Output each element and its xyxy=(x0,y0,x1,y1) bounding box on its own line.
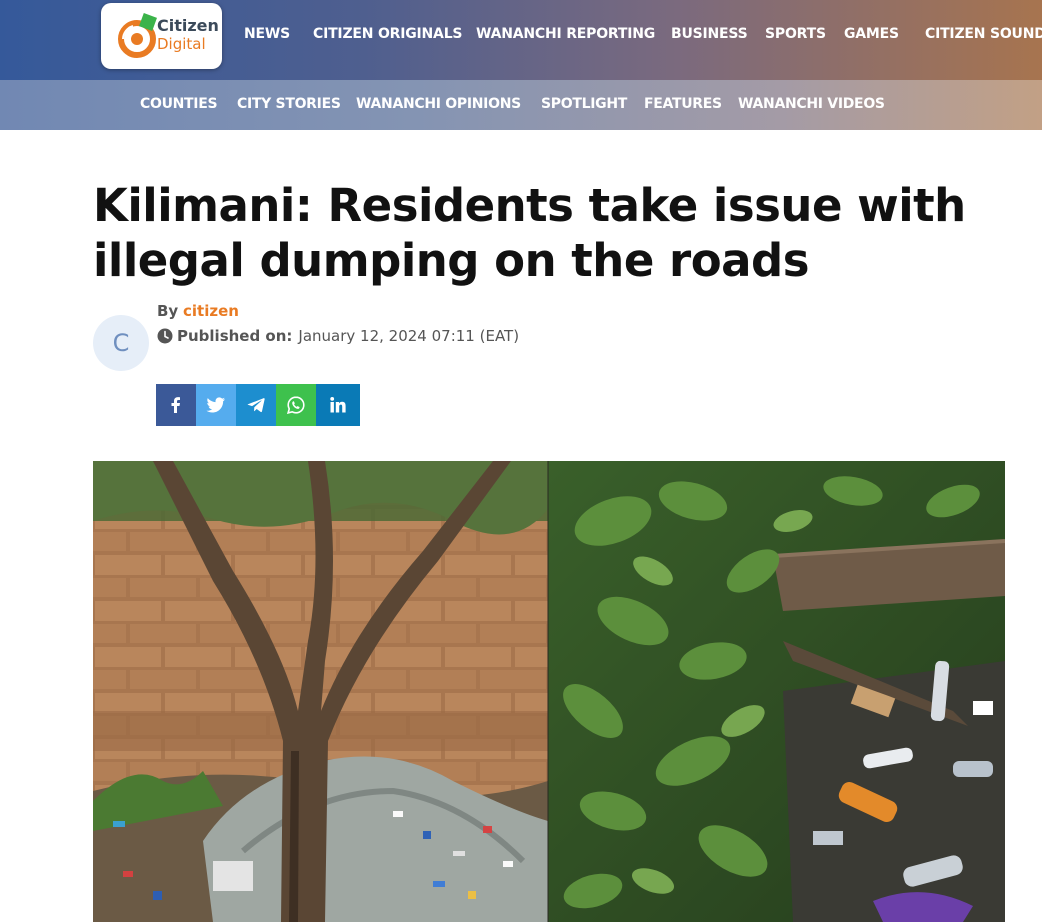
article-featured-image xyxy=(93,461,1005,922)
nav-item-news[interactable]: NEWS xyxy=(244,26,290,42)
share-telegram-button[interactable] xyxy=(236,384,276,426)
linkedin-icon xyxy=(330,397,346,413)
nav-item-business[interactable]: BUSINESS xyxy=(671,26,748,42)
share-bar xyxy=(156,384,360,426)
nav-item-games[interactable]: GAMES xyxy=(844,26,899,42)
clock-icon xyxy=(157,328,173,344)
logo-text-line2: Digital xyxy=(157,35,206,53)
published-label: Published on: xyxy=(177,327,293,345)
author-avatar[interactable]: C xyxy=(93,315,149,371)
nav-item-sports[interactable]: SPORTS xyxy=(765,26,826,42)
citizen-logo-icon xyxy=(118,13,157,58)
photo-illustration xyxy=(93,461,1005,922)
published-info: Published on: January 12, 2024 07:11 (EA… xyxy=(157,327,519,345)
share-twitter-button[interactable] xyxy=(196,384,236,426)
nav-item-citizen-originals[interactable]: CITIZEN ORIGINALS xyxy=(313,26,462,42)
twitter-icon xyxy=(206,397,225,413)
published-date: January 12, 2024 07:11 (EAT) xyxy=(298,327,520,345)
subnav-item-features[interactable]: FEATURES xyxy=(644,96,722,112)
nav-item-citizen-sounds[interactable]: CITIZEN SOUNDS xyxy=(925,26,1042,42)
subnav-item-counties[interactable]: COUNTIES xyxy=(140,96,218,112)
subnav-item-wananchi-videos[interactable]: WANANCHI VIDEOS xyxy=(738,96,885,112)
byline: By citizen xyxy=(157,302,239,320)
share-whatsapp-button[interactable] xyxy=(276,384,316,426)
article-title: Kilimani: Residents take issue with ille… xyxy=(93,179,966,287)
subnav-item-wananchi-opinions[interactable]: WANANCHI OPINIONS xyxy=(356,96,521,112)
main-header: Citizen Digital NEWS CITIZEN ORIGINALS W… xyxy=(0,0,1042,80)
telegram-icon xyxy=(247,398,265,413)
subnav-item-city-stories[interactable]: CITY STORIES xyxy=(237,96,341,112)
subnav-item-spotlight[interactable]: SPOTLIGHT xyxy=(541,96,627,112)
nav-item-wananchi-reporting[interactable]: WANANCHI REPORTING xyxy=(476,26,655,42)
site-logo[interactable]: Citizen Digital xyxy=(101,3,222,69)
whatsapp-icon xyxy=(287,396,305,414)
logo-text-line1: Citizen xyxy=(157,16,219,35)
share-linkedin-button[interactable] xyxy=(316,384,360,426)
author-link[interactable]: citizen xyxy=(183,302,239,320)
share-facebook-button[interactable] xyxy=(156,384,196,426)
byline-label: By xyxy=(157,302,179,320)
facebook-icon xyxy=(171,397,180,413)
